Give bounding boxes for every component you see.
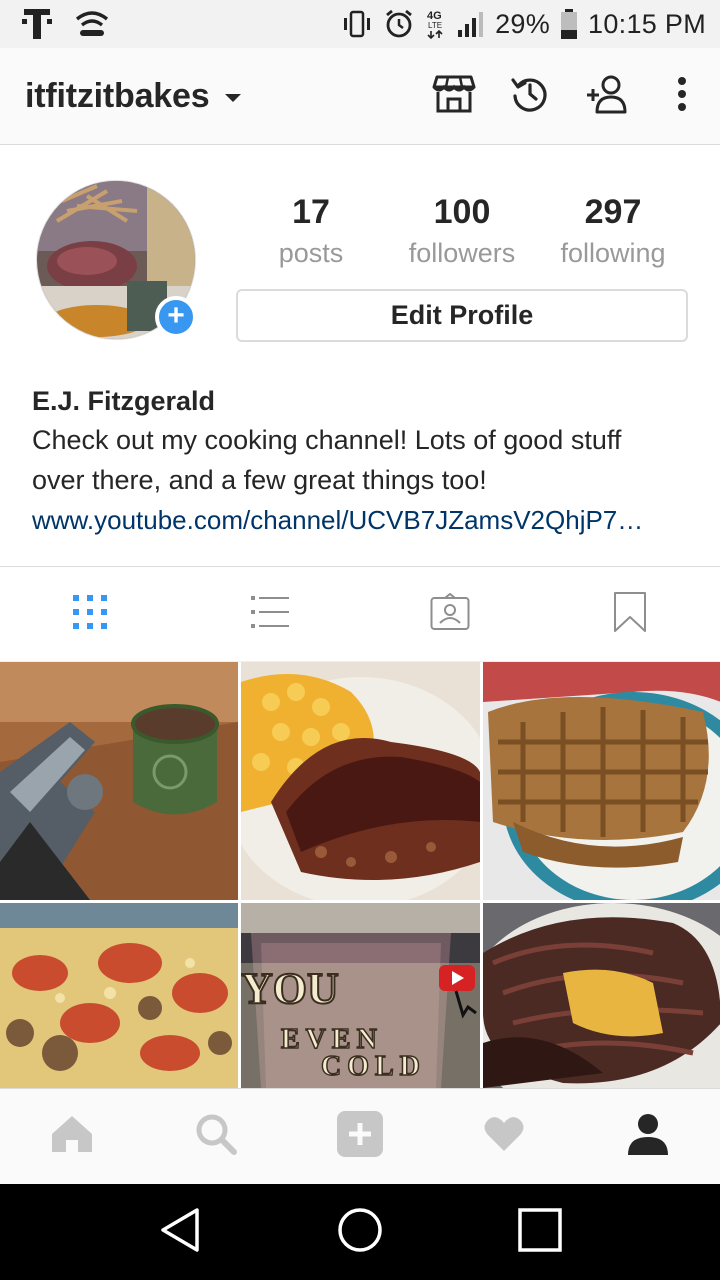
discover-people-button[interactable]	[568, 48, 644, 145]
chevron-down-icon[interactable]	[225, 94, 242, 102]
vibrate-icon	[341, 10, 373, 38]
nav-search[interactable]	[144, 1089, 288, 1184]
bookmark-icon	[613, 591, 647, 638]
alarm-icon	[383, 8, 415, 40]
heart-icon	[483, 1115, 525, 1158]
bio-line: over there, and a few great things too!	[32, 465, 487, 495]
signal-icon	[457, 10, 485, 38]
add-person-icon	[584, 74, 628, 119]
overlay-word: COLD	[321, 1051, 426, 1082]
account-switcher[interactable]: itfitzitbakes	[25, 77, 210, 116]
more-vertical-icon	[677, 76, 687, 117]
profile-header: itfitzitbakes	[0, 48, 720, 145]
wifi-calling-icon	[74, 9, 110, 39]
edit-profile-button[interactable]: Edit Profile	[236, 289, 688, 342]
full-name: E.J. Fitzgerald	[32, 386, 216, 416]
clock: 10:15 PM	[588, 8, 706, 39]
followers-stat[interactable]: 100 followers	[386, 190, 538, 270]
grid-icon	[72, 594, 108, 635]
overflow-menu-button[interactable]	[644, 48, 720, 145]
profile-section: + 17 posts 100 followers 297 following E…	[0, 146, 720, 566]
following-label: following	[560, 238, 666, 268]
search-icon	[195, 1113, 237, 1160]
posts-label: posts	[278, 238, 344, 268]
svg-text:LTE: LTE	[428, 21, 442, 30]
list-icon	[250, 594, 290, 635]
status-bar: 4G LTE 29% 10:15 PM	[0, 0, 720, 48]
system-recents-button[interactable]	[495, 1184, 585, 1280]
system-home-button[interactable]	[315, 1184, 405, 1280]
post-thumbnail[interactable]	[241, 662, 480, 900]
add-post-icon	[336, 1110, 384, 1163]
tab-grid[interactable]	[0, 567, 180, 661]
tab-saved[interactable]	[540, 567, 720, 661]
history-icon	[510, 74, 550, 119]
bio: E.J. Fitzgerald Check out my cooking cha…	[32, 382, 692, 540]
following-stat[interactable]: 297 following	[538, 190, 688, 270]
post-thumbnail[interactable]	[483, 903, 720, 1088]
tab-tagged[interactable]	[360, 567, 540, 661]
add-story-button[interactable]: +	[155, 296, 197, 338]
website-link[interactable]: www.youtube.com/channel/UCVB7JZamsV2QhjP…	[32, 500, 692, 540]
profile-stats: 17 posts 100 followers 297 following	[236, 190, 688, 270]
battery-icon	[560, 8, 578, 40]
plus-icon: +	[167, 299, 185, 332]
posts-grid: YOU EVEN COLD	[0, 662, 720, 1088]
nav-profile[interactable]	[576, 1089, 720, 1184]
profile-tabs	[0, 566, 720, 662]
posts-count: 17	[292, 193, 330, 231]
bottom-navigation	[0, 1088, 720, 1184]
followers-count: 100	[433, 193, 491, 231]
post-thumbnail-video[interactable]: YOU EVEN COLD	[241, 903, 480, 1088]
nav-home[interactable]	[0, 1089, 144, 1184]
post-thumbnail[interactable]	[483, 662, 720, 900]
following-count: 297	[584, 193, 642, 231]
t-mobile-icon	[22, 7, 52, 41]
avatar-container[interactable]: +	[36, 180, 197, 340]
archive-button[interactable]	[492, 48, 568, 145]
post-thumbnail[interactable]	[0, 903, 238, 1088]
shop-icon	[432, 74, 476, 119]
tagged-person-icon	[430, 592, 470, 636]
followers-label: followers	[408, 238, 516, 268]
lte-icon: 4G LTE	[425, 8, 447, 40]
post-thumbnail[interactable]	[0, 662, 238, 900]
battery-percent: 29%	[495, 8, 551, 39]
system-back-button[interactable]	[135, 1184, 225, 1280]
posts-stat[interactable]: 17 posts	[236, 190, 386, 270]
system-navigation-bar	[0, 1184, 720, 1280]
home-circle-icon	[337, 1207, 383, 1258]
shop-button[interactable]	[416, 48, 492, 145]
tab-list[interactable]	[180, 567, 360, 661]
back-triangle-icon	[159, 1207, 201, 1258]
nav-activity[interactable]	[432, 1089, 576, 1184]
bio-line: Check out my cooking channel! Lots of go…	[32, 425, 622, 455]
home-icon	[50, 1114, 94, 1159]
overlay-word: YOU	[241, 964, 339, 1013]
nav-new-post[interactable]	[288, 1089, 432, 1184]
profile-icon	[627, 1113, 669, 1160]
recents-square-icon	[518, 1207, 562, 1257]
